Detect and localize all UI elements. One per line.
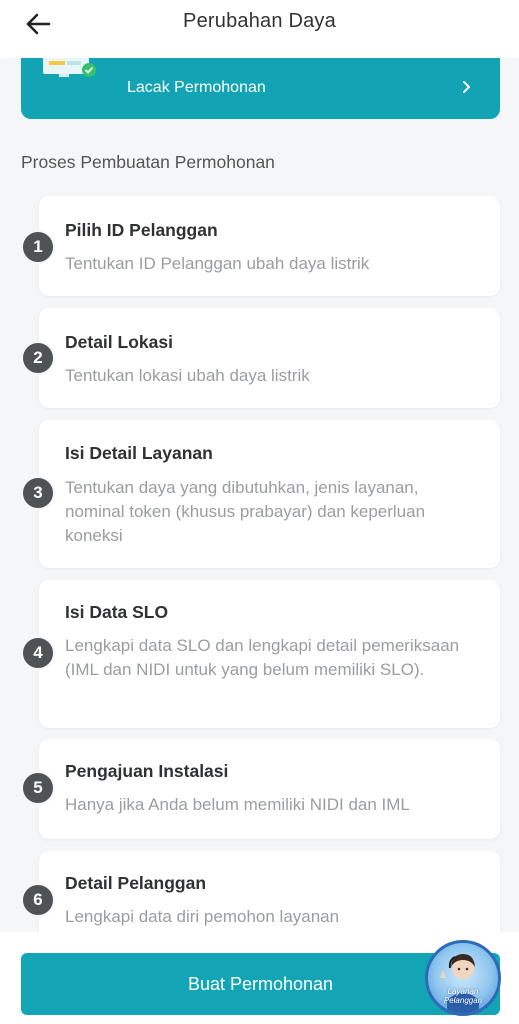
track-application-label: Lacak Permohonan [127, 79, 266, 96]
step-number-badge: 4 [21, 636, 55, 670]
step-number-badge: 6 [21, 883, 55, 917]
top-app-bar: Perubahan Daya [0, 0, 519, 58]
step-title: Isi Detail Layanan [65, 443, 213, 463]
back-arrow-icon[interactable] [22, 8, 54, 40]
step-number-badge: 1 [21, 230, 55, 264]
customer-service-button[interactable]: Layanan Pelanggan [425, 940, 501, 1016]
step-title: Detail Pelanggan [65, 873, 207, 893]
page-title: Perubahan Daya [183, 9, 336, 32]
step-number-badge: 2 [21, 341, 55, 375]
step-description: Lengkapi data diri pemohon layanan [65, 907, 340, 926]
step-description: Tentukan daya yang dibutuhkan, jenis lay… [65, 478, 426, 545]
step-description: Tentukan ID Pelanggan ubah daya listrik [65, 254, 370, 273]
step-description: Lengkapi data SLO dan lengkapi detail pe… [65, 636, 460, 679]
app-screen: Perubahan Daya Lacak Permohonan Proses P… [0, 0, 519, 1024]
step-number-badge: 5 [21, 771, 55, 805]
step-card-1: Pilih ID Pelanggan Tentukan ID Pelanggan… [39, 196, 500, 296]
step-title: Isi Data SLO [65, 602, 169, 622]
step-title: Detail Lokasi [65, 332, 173, 352]
step-title: Pilih ID Pelanggan [65, 220, 218, 240]
step-description: Tentukan lokasi ubah daya listrik [65, 366, 310, 385]
step-card-2: Detail Lokasi Tentukan lokasi ubah daya … [39, 308, 500, 408]
step-card-4: Isi Data SLO Lengkapi data SLO dan lengk… [39, 580, 500, 728]
step-number-badge: 3 [21, 476, 55, 510]
step-card-3: Isi Detail Layanan Tentukan daya yang di… [39, 420, 500, 568]
customer-service-label-line1: Layanan [447, 987, 479, 996]
step-card-5: Pengajuan Instalasi Hanya jika Anda belu… [39, 739, 500, 839]
chevron-right-icon [463, 81, 470, 93]
step-title: Pengajuan Instalasi [65, 761, 229, 781]
track-application-banner[interactable]: Lacak Permohonan [21, 56, 500, 119]
document-check-illustration-icon [43, 56, 96, 77]
section-title: Proses Pembuatan Permohonan [21, 152, 275, 172]
customer-service-label: Layanan Pelanggan [428, 987, 498, 1005]
step-description: Hanya jika Anda belum memiliki NIDI dan … [65, 795, 410, 814]
customer-service-label-line2: Pelanggan [443, 996, 483, 1005]
